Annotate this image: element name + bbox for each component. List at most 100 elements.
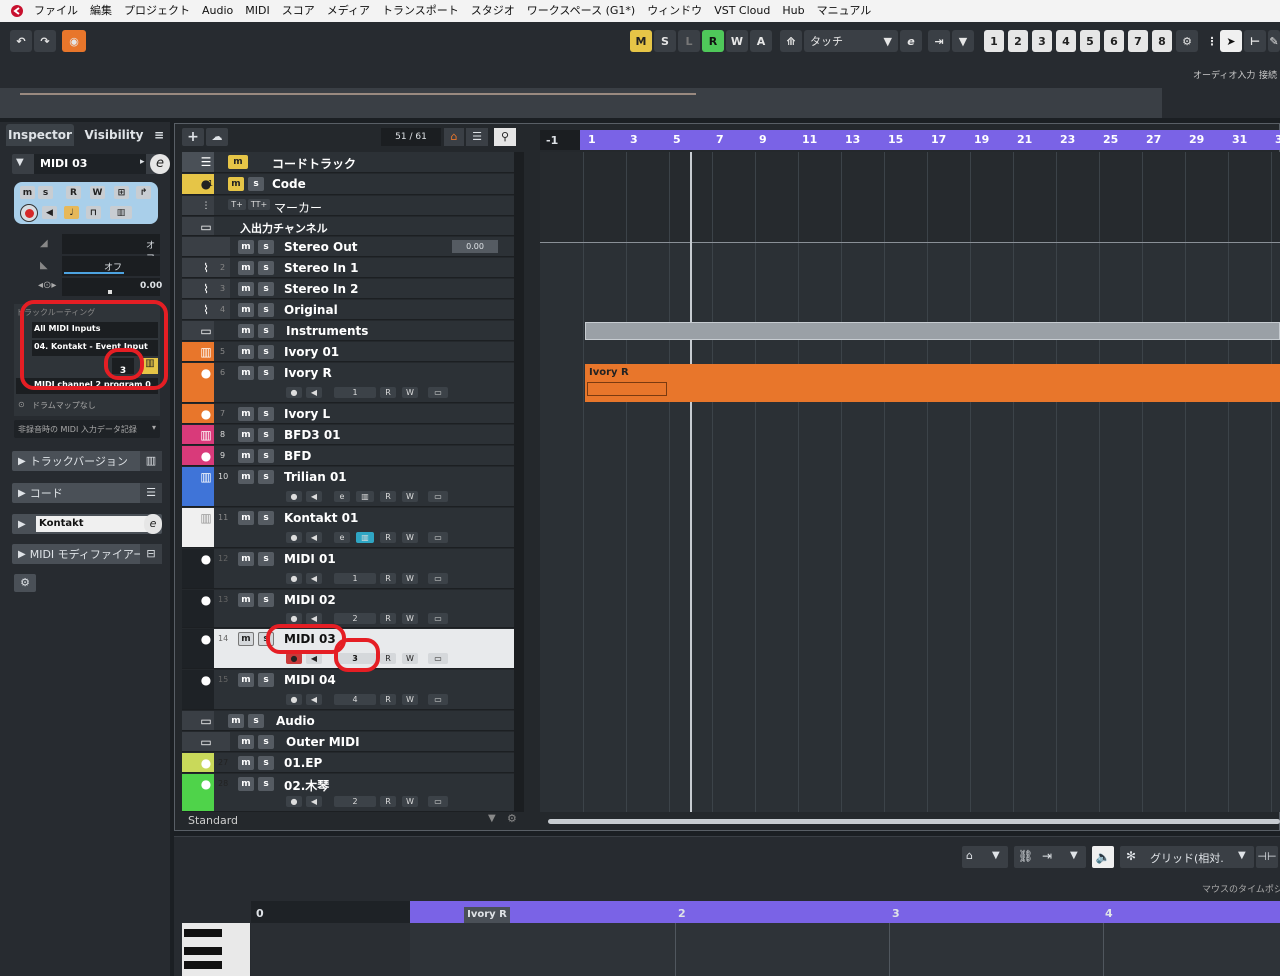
edit-instrument-button[interactable]: e — [150, 154, 170, 174]
monitor-icon[interactable]: ◀ — [306, 387, 322, 398]
mute-button[interactable]: m — [238, 261, 254, 275]
record-enable-button[interactable]: ● — [286, 653, 302, 664]
mute-button[interactable]: m — [238, 282, 254, 296]
solo-button[interactable]: s — [258, 470, 274, 484]
menu-audio[interactable]: Audio — [196, 0, 239, 22]
mute-button[interactable]: m — [238, 324, 254, 338]
solo-button[interactable]: s — [258, 735, 274, 749]
lane-icon[interactable]: ▭ — [428, 653, 448, 664]
read-button[interactable]: R — [380, 387, 396, 398]
track-row-02-mokkin[interactable]: ● 28 m s 02.木琴 ● ◀ 2 R W ▭ — [182, 774, 514, 812]
solo-button[interactable]: s — [258, 282, 274, 296]
midi-channel-select[interactable]: 4 — [334, 694, 376, 705]
mute-button[interactable]: m — [238, 366, 254, 380]
volume-value[interactable]: 0.00 — [452, 240, 498, 253]
piano-keys-icon[interactable]: ▥ — [356, 532, 374, 543]
lane-icon[interactable]: ▥ — [110, 206, 132, 219]
solo-button[interactable]: s — [258, 324, 274, 338]
pointer-tool-icon[interactable]: ➤ — [1220, 30, 1242, 52]
marker-8-button[interactable]: 8 — [1152, 30, 1172, 52]
mute-button[interactable]: m — [238, 428, 254, 442]
read-button[interactable]: R — [380, 573, 396, 584]
read-button[interactable]: R — [380, 532, 396, 543]
add-track-icon[interactable]: + — [182, 128, 204, 146]
toolbar-solo-mode[interactable]: S — [654, 30, 676, 52]
section-kontakt[interactable]: ▶ Kontakt e — [12, 514, 162, 534]
constrain-delay-icon[interactable]: ◉ — [62, 30, 86, 52]
track-name[interactable]: コードトラック — [272, 155, 356, 172]
record-enable-button[interactable]: ● — [286, 573, 302, 584]
mute-button[interactable]: m — [238, 673, 254, 687]
automation-icon[interactable]: ⟰ — [780, 30, 802, 52]
track-row-ivory-r[interactable]: ● 6 m s Ivory R ● ◀ 1 R W ▭ — [182, 363, 514, 403]
monitor-icon[interactable]: ◀ — [306, 613, 322, 624]
track-name[interactable]: Stereo Out — [284, 240, 357, 254]
solo-button[interactable]: s — [258, 449, 274, 463]
solo-button[interactable]: s — [248, 177, 264, 191]
record-enable-button[interactable]: ● — [286, 796, 302, 807]
menu-project[interactable]: プロジェクト — [118, 0, 196, 22]
monitor-icon[interactable]: ◀ — [306, 694, 322, 705]
track-name[interactable]: MIDI 04 — [284, 673, 336, 687]
record-enable-button[interactable] — [20, 204, 38, 222]
marker-6-button[interactable]: 6 — [1104, 30, 1124, 52]
mute-button[interactable]: m — [238, 735, 254, 749]
track-row-stereo-in-1[interactable]: ⌇ 2 m s Stereo In 1 — [182, 258, 514, 278]
record-enable-button[interactable]: ● — [286, 613, 302, 624]
editor-ruler-part[interactable]: 2 3 4 — [410, 901, 1280, 923]
track-name[interactable]: MIDI 01 — [284, 552, 336, 566]
lane-icon[interactable]: ▭ — [428, 532, 448, 543]
track-name[interactable]: 入出力チャンネル — [240, 220, 328, 236]
midi-channel-select[interactable]: 2 — [334, 796, 376, 807]
track-row-ivory-01[interactable]: ▥ 5 m s Ivory 01 — [182, 342, 514, 362]
add-track-menu-icon[interactable]: ☁ — [206, 128, 228, 146]
menu-studio[interactable]: スタジオ — [465, 0, 521, 22]
track-name[interactable]: Ivory L — [284, 407, 330, 421]
track-name[interactable]: Stereo In 1 — [284, 261, 359, 275]
track-row-01-ep[interactable]: ● 27 m s 01.EP — [182, 753, 514, 773]
track-name[interactable]: Audio — [276, 714, 315, 728]
lane-icon[interactable]: ▭ — [428, 694, 448, 705]
add-cycle-marker-icon[interactable]: TT+ — [248, 199, 270, 210]
menu-edit[interactable]: 編集 — [84, 0, 118, 22]
menu-file[interactable]: ファイル — [28, 0, 84, 22]
solo-button[interactable]: s — [258, 673, 274, 687]
solo-button[interactable]: s — [258, 552, 274, 566]
draw-tool-icon[interactable]: ✎ — [1268, 30, 1280, 52]
monitor-icon[interactable]: ◀ — [306, 796, 322, 807]
solo-button[interactable]: s — [258, 345, 274, 359]
menu-transport[interactable]: トランスポート — [376, 0, 465, 22]
tab-inspector[interactable]: Inspector — [6, 124, 74, 146]
timeline-ruler[interactable]: 1 3 5 7 9 11 13 15 17 19 21 23 25 27 29 … — [580, 130, 1280, 150]
toolbar-a-mode[interactable]: A — [750, 30, 772, 52]
track-row-audio-folder[interactable]: ▭ m s Audio — [182, 711, 514, 731]
solo-button[interactable]: s — [258, 428, 274, 442]
monitor-icon[interactable]: ◀ — [306, 653, 322, 664]
inspector-read-button[interactable]: R — [66, 186, 81, 199]
edit-instrument-button[interactable]: e — [900, 30, 922, 52]
read-button[interactable]: R — [380, 796, 396, 807]
track-row-code[interactable]: ● 1 m s Code — [182, 174, 514, 195]
midi-channel-select[interactable]: 1 — [334, 387, 376, 398]
track-row-original[interactable]: ⌇ 4 m s Original — [182, 300, 514, 320]
search-icon[interactable]: ⚲ — [494, 128, 516, 146]
record-enable-button[interactable]: ● — [286, 387, 302, 398]
snap-mode-select[interactable]: ✻ グリッド(相対. ▼ — [1120, 846, 1254, 868]
mute-button[interactable]: m — [238, 449, 254, 463]
lane-icon[interactable]: ▭ — [428, 573, 448, 584]
write-button[interactable]: W — [402, 491, 418, 502]
edit-instrument-button[interactable]: e — [334, 532, 350, 543]
track-name[interactable]: 01.EP — [284, 756, 322, 770]
routing-icon[interactable]: ↱ — [136, 186, 151, 199]
edit-instrument-button[interactable]: e — [334, 491, 350, 502]
mute-button[interactable]: m — [238, 593, 254, 607]
solo-button[interactable]: s — [258, 756, 274, 770]
record-enable-button[interactable]: ● — [286, 491, 302, 502]
playhead-cursor[interactable] — [690, 152, 692, 812]
record-enable-button[interactable]: ● — [286, 532, 302, 543]
write-button[interactable]: W — [402, 573, 418, 584]
track-name[interactable]: MIDI 02 — [284, 593, 336, 607]
menu-vst-cloud[interactable]: VST Cloud — [708, 0, 776, 22]
track-name[interactable]: 02.木琴 — [284, 777, 329, 794]
mute-button[interactable]: m — [238, 240, 254, 254]
